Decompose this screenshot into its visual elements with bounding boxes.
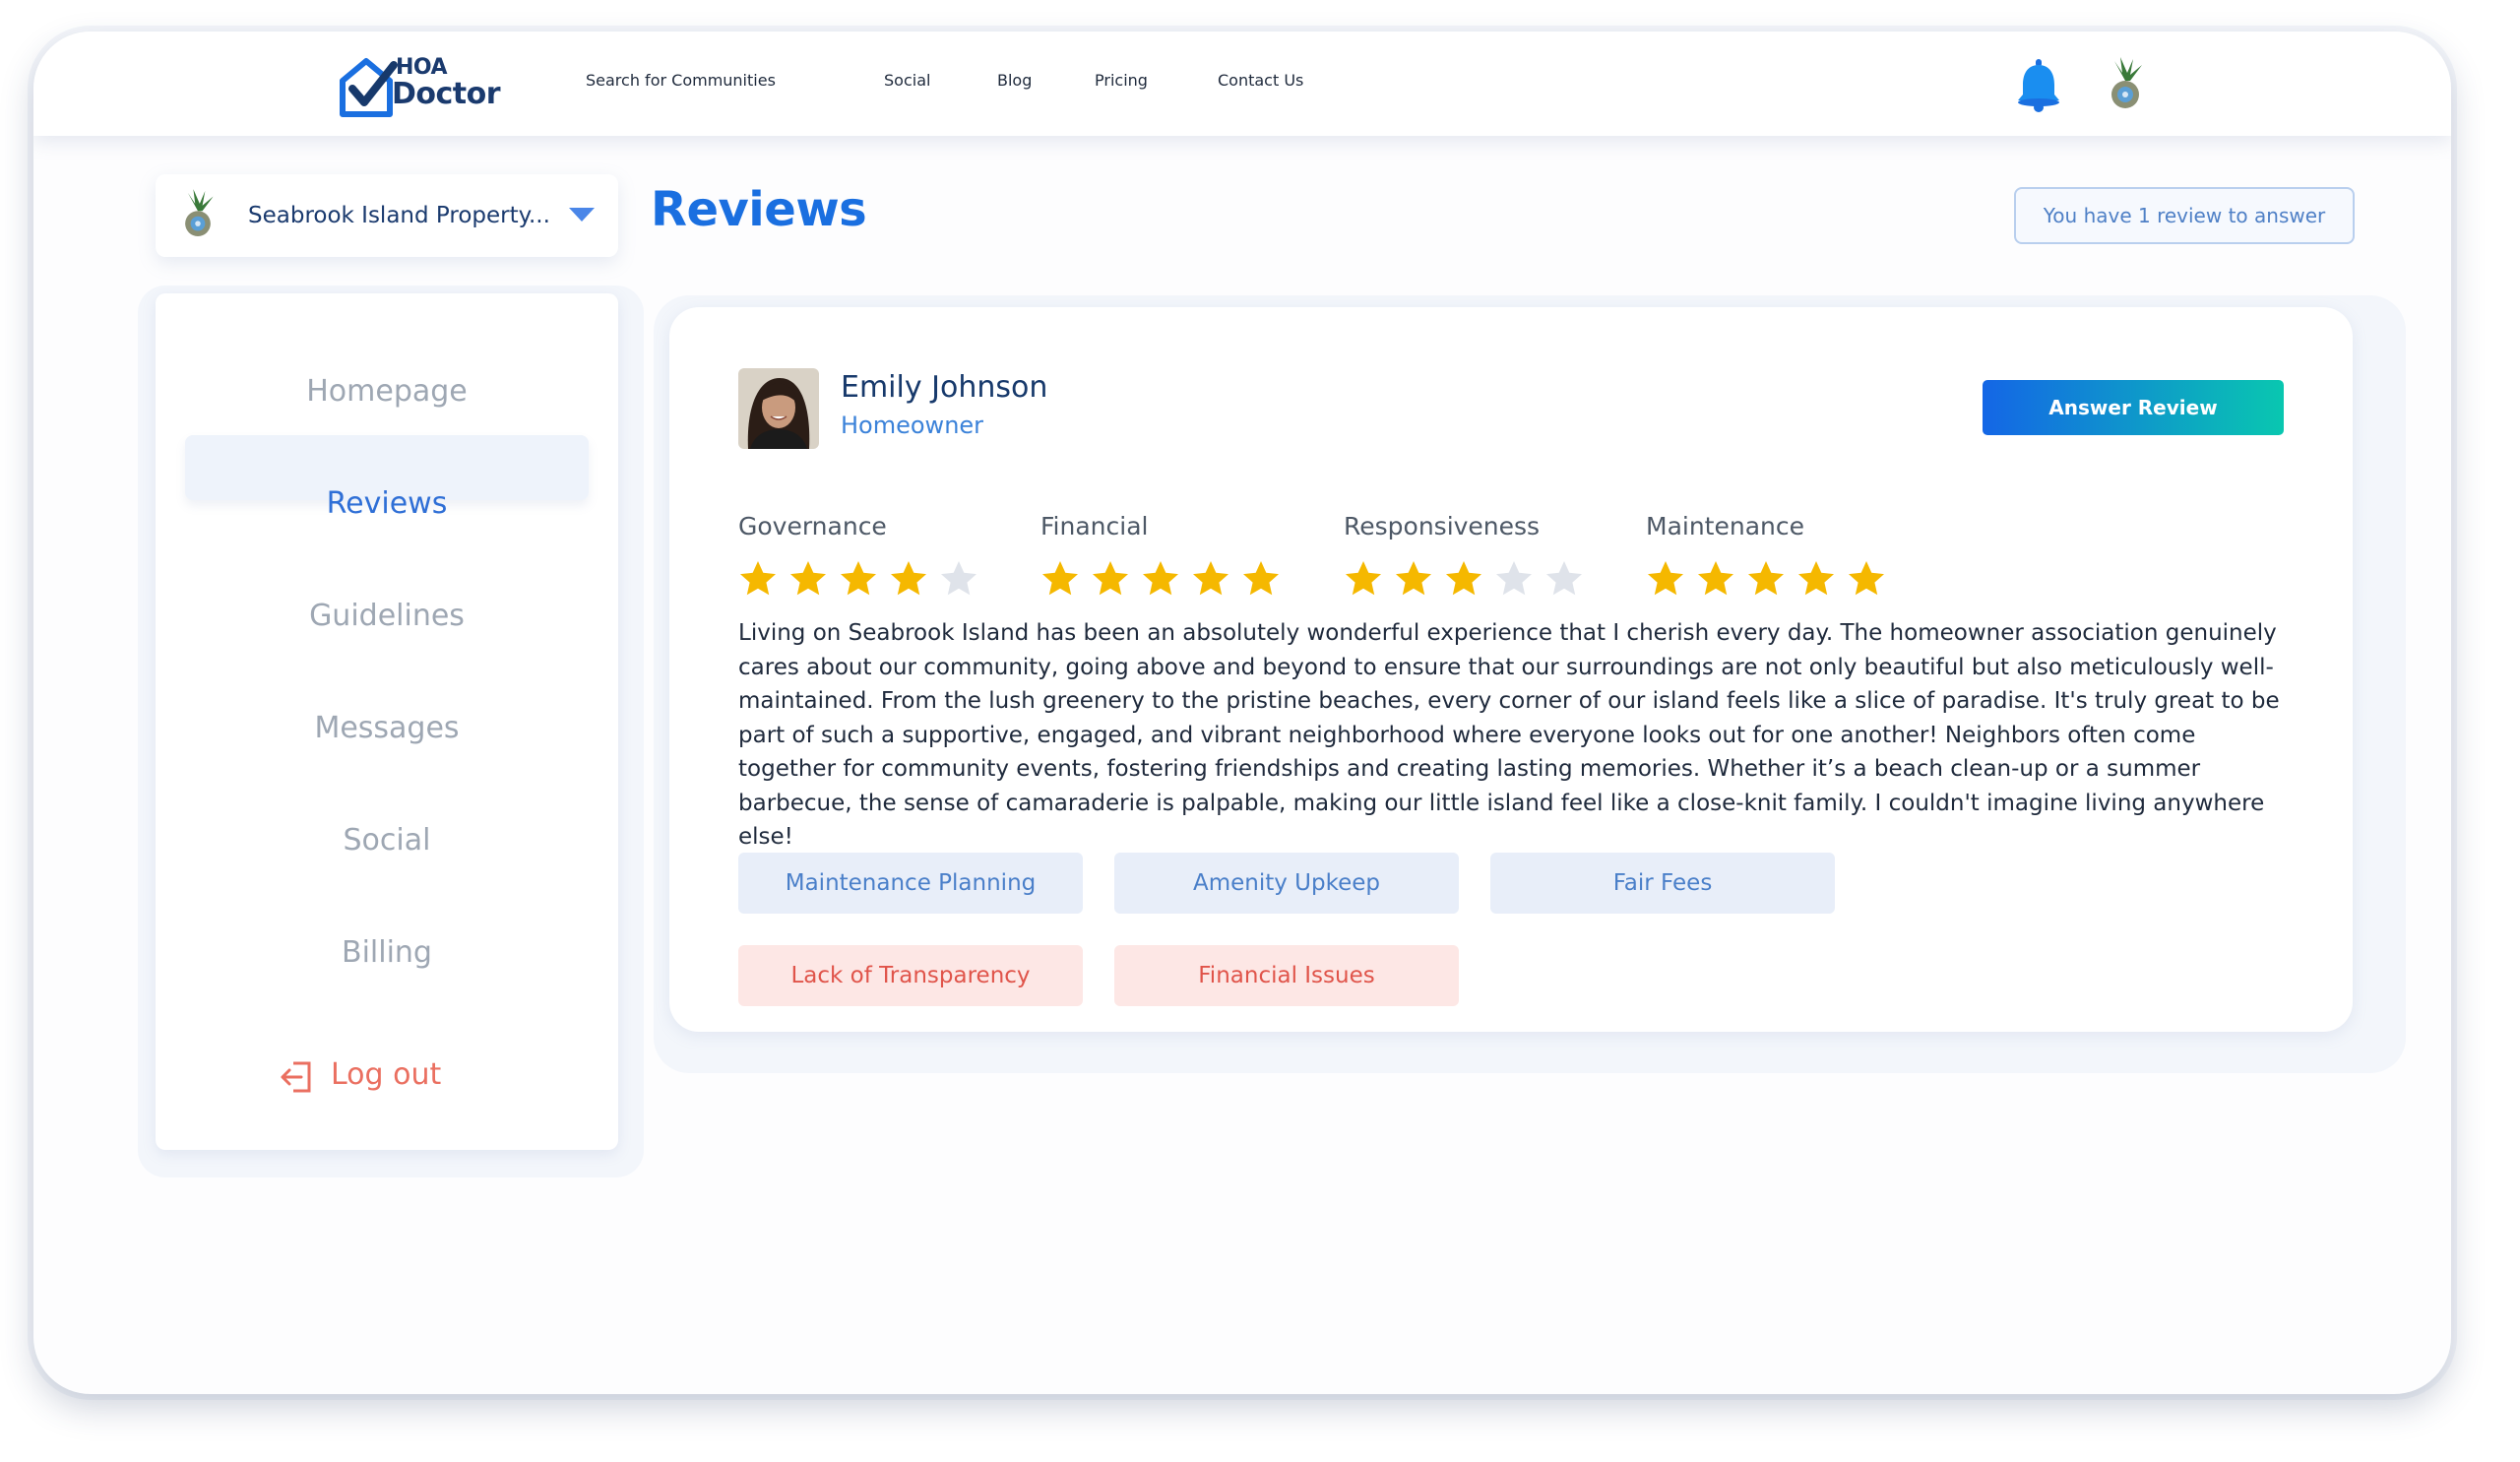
reviewer-name: Emily Johnson [841, 370, 1048, 405]
sidebar-item-billing[interactable]: Billing [156, 935, 618, 970]
user-avatar[interactable] [2101, 57, 2150, 110]
star-rating [738, 559, 978, 599]
star-filled-icon [1798, 561, 1834, 596]
logout-label: Log out [331, 1057, 442, 1092]
star-filled-icon [1849, 561, 1884, 596]
star-filled-icon [1093, 561, 1128, 596]
community-selector[interactable]: Seabrook Island Property... [156, 174, 618, 257]
nav-pricing[interactable]: Pricing [1095, 71, 1148, 90]
tag-negative: Lack of Transparency [738, 945, 1083, 1006]
page-title: Reviews [651, 182, 867, 237]
nav-search-communities[interactable]: Search for Communities [586, 71, 776, 90]
star-filled-icon [841, 561, 876, 596]
sidebar-item-social[interactable]: Social [156, 823, 618, 858]
sidebar: Homepage Reviews Guidelines Messages Soc… [156, 293, 618, 1150]
sidebar-item-reviews[interactable]: Reviews [156, 486, 618, 521]
star-filled-icon [1446, 561, 1481, 596]
rating-category-label: Financial [1040, 512, 1149, 540]
star-filled-icon [891, 561, 926, 596]
nav-social[interactable]: Social [884, 71, 930, 90]
rating-category-label: Responsiveness [1344, 512, 1541, 540]
reviewer-role: Homeowner [841, 412, 984, 439]
rating-responsiveness: Responsiveness [1344, 512, 1582, 596]
star-rating [1344, 559, 1584, 599]
rating-financial: Financial [1040, 512, 1279, 596]
rating-category-label: Governance [738, 512, 887, 540]
star-rating [1040, 559, 1281, 599]
tag-positive: Fair Fees [1490, 853, 1835, 914]
community-selector-label: Seabrook Island Property... [248, 203, 550, 228]
review-text: Living on Seabrook Island has been an ab… [738, 620, 2280, 850]
hoa-doctor-logo[interactable]: HOA Doctor [337, 51, 501, 122]
star-empty-icon [1546, 561, 1582, 596]
sidebar-item-guidelines[interactable]: Guidelines [156, 599, 618, 633]
star-filled-icon [1143, 561, 1178, 596]
tag-positive: Amenity Upkeep [1114, 853, 1459, 914]
star-empty-icon [1496, 561, 1532, 596]
sidebar-item-messages[interactable]: Messages [156, 711, 618, 745]
answer-review-button[interactable]: Answer Review [1983, 380, 2284, 435]
nav-contact-us[interactable]: Contact Us [1218, 71, 1303, 90]
star-filled-icon [1396, 561, 1431, 596]
star-filled-icon [1042, 561, 1078, 596]
caret-down-icon[interactable] [569, 208, 595, 222]
rating-governance: Governance [738, 512, 976, 596]
star-filled-icon [1346, 561, 1381, 596]
tag-negative: Financial Issues [1114, 945, 1459, 1006]
star-filled-icon [1748, 561, 1784, 596]
star-rating [1646, 559, 1886, 599]
logo-text-doctor: Doctor [392, 77, 501, 111]
star-filled-icon [1243, 561, 1279, 596]
rating-category-label: Maintenance [1646, 512, 1804, 540]
logout-icon [281, 1061, 311, 1093]
top-nav-bar: HOA Doctor Search for Communities Social… [33, 32, 2451, 136]
rating-maintenance: Maintenance [1646, 512, 1884, 596]
bell-icon[interactable] [2014, 57, 2063, 112]
star-empty-icon [941, 561, 976, 596]
star-filled-icon [1648, 561, 1683, 596]
tag-positive: Maintenance Planning [738, 853, 1083, 914]
star-filled-icon [1193, 561, 1228, 596]
nav-blog[interactable]: Blog [997, 71, 1032, 90]
star-filled-icon [1698, 561, 1733, 596]
star-filled-icon [740, 561, 776, 596]
star-filled-icon [790, 561, 826, 596]
review-card: Emily Johnson Homeowner Answer Review Go… [669, 307, 2353, 1032]
pending-answers-notice[interactable]: You have 1 review to answer [2014, 187, 2355, 244]
sidebar-item-homepage[interactable]: Homepage [156, 374, 618, 409]
reviewer-photo [738, 368, 819, 449]
pineapple-avatar-icon [175, 188, 220, 239]
app-window: HOA Doctor Search for Communities Social… [33, 32, 2451, 1394]
